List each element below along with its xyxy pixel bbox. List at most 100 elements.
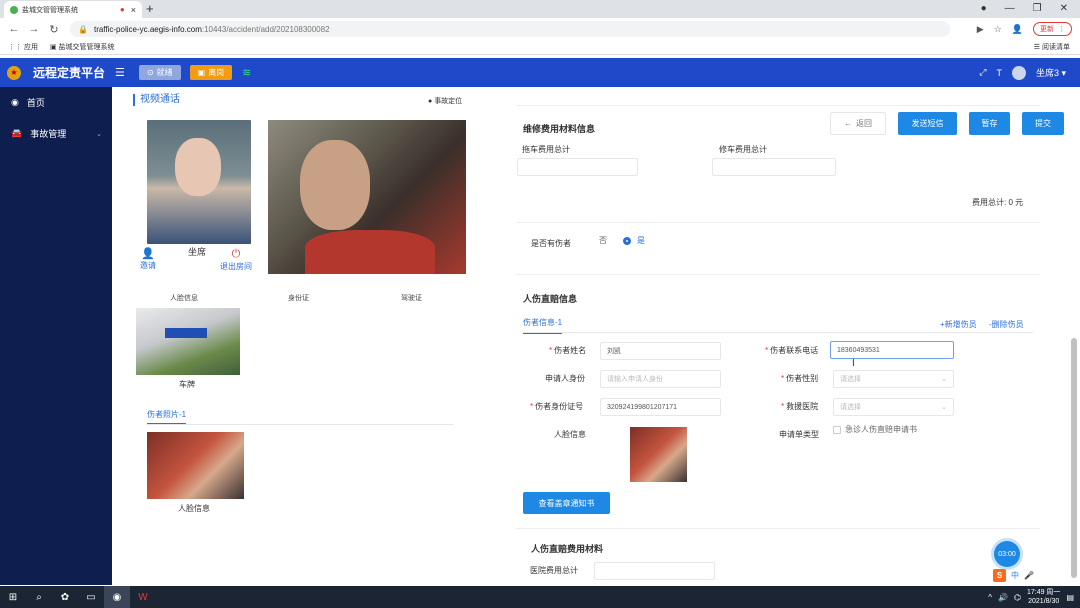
section-injury-fee-title: 人伤直赔费用材料: [531, 544, 604, 554]
account-icon[interactable]: 👤: [1012, 24, 1023, 35]
car-icon: 🚘: [11, 128, 23, 138]
arrow-left-icon: ←: [844, 119, 852, 128]
plate-photo[interactable]: [136, 308, 240, 375]
sidebar-item-accident[interactable]: 🚘 事故管理 ⌄: [0, 118, 112, 149]
tow-fee-field[interactable]: [517, 158, 638, 176]
scrollbar[interactable]: [1071, 338, 1077, 578]
phone-input[interactable]: 18360493531: [830, 341, 954, 359]
check-icon: ⊙: [146, 68, 154, 77]
hospital-fee-field[interactable]: [594, 562, 715, 580]
injured-face-photo[interactable]: [147, 432, 244, 499]
face-caption: 人脸信息: [178, 504, 210, 513]
ime-toolbar[interactable]: S 中 🎤: [993, 569, 1034, 582]
status-ready-button[interactable]: ⊙ 就绪: [138, 65, 181, 80]
leave-room-button[interactable]: ⏻ 退出房间: [220, 248, 252, 272]
menu-toggle-icon[interactable]: ☰: [115, 66, 125, 79]
tab-divider: [147, 424, 454, 425]
camera-icon[interactable]: ▶: [977, 24, 984, 35]
face-thumbnail[interactable]: [630, 427, 687, 482]
avatar[interactable]: [1011, 65, 1026, 80]
fullscreen-icon[interactable]: ⤢: [979, 67, 986, 78]
submit-button[interactable]: 提交: [1022, 112, 1064, 135]
tab-title: 盐城交管管理系统: [22, 6, 78, 14]
call-timer: 03:00: [994, 541, 1020, 567]
url-input[interactable]: 🔒 traffic-police-yc.aegis-info.com :1044…: [70, 21, 950, 37]
hospital-fee-label: 医院费用总计: [530, 566, 578, 575]
apply-type-option: 急诊人伤直赔申请书: [845, 425, 917, 434]
leave-label: 退出房间: [220, 262, 252, 271]
caption-face[interactable]: 人脸信息: [170, 293, 198, 303]
windows-start-icon[interactable]: ⊞: [0, 592, 26, 603]
forward-arrow-icon[interactable]: →: [28, 23, 40, 35]
status-busy-button[interactable]: ▣ 离岗: [189, 65, 233, 80]
radio-no[interactable]: 否: [599, 235, 607, 246]
back-button[interactable]: ← 返回: [830, 112, 886, 135]
user-menu[interactable]: 坐席3 ▾: [1036, 66, 1066, 79]
network-icon[interactable]: ⌬: [1014, 593, 1021, 602]
reload-icon[interactable]: ↻: [48, 23, 60, 36]
caption-license[interactable]: 驾驶证: [401, 293, 422, 303]
sidebar-item-home[interactable]: ◉ 首页: [0, 87, 112, 118]
tab-close-icon[interactable]: ×: [131, 5, 136, 15]
hospital-select[interactable]: 请选择: [833, 398, 954, 416]
phone-label-text: 伤者联系电话: [770, 346, 819, 355]
dashboard-icon: ◉: [11, 97, 19, 107]
task-view-icon[interactable]: ▭: [78, 592, 104, 603]
bookmarks-bar: ⋮⋮ 应用 ▣ 盐城交管管理系统 ☰ 阅读清单: [0, 40, 1080, 55]
wps-icon[interactable]: W: [130, 592, 156, 603]
caption-id-card[interactable]: 身份证: [288, 293, 309, 303]
delete-injured-button[interactable]: -删除伤员: [989, 319, 1024, 330]
applicant-id-input[interactable]: 请输入申请人身份: [600, 370, 721, 388]
restore-icon[interactable]: ❐: [1033, 0, 1042, 18]
tab-injured-photo[interactable]: 伤者照片-1: [147, 409, 187, 425]
checkbox-icon: [833, 425, 841, 434]
invite-label: 邀请: [140, 261, 156, 270]
total-fee: 费用总计: 0 元: [972, 198, 1024, 207]
gender-select[interactable]: 请选择: [833, 370, 954, 388]
ime-mode: 中: [1011, 571, 1019, 580]
search-icon[interactable]: ⌕: [26, 592, 52, 603]
name-input[interactable]: 刘凯: [600, 342, 721, 360]
license-plate: [165, 328, 207, 338]
system-clock[interactable]: 17:49 周一 2021/8/30: [1027, 588, 1060, 606]
location-pin-icon: ●: [428, 98, 433, 105]
view-notice-button[interactable]: 查看盖章通知书: [523, 492, 610, 514]
new-tab-button[interactable]: +: [146, 1, 154, 16]
font-size-icon[interactable]: T: [996, 68, 1002, 78]
radio-yes[interactable]: 是: [623, 235, 645, 246]
tray-chevron-icon[interactable]: ^: [988, 593, 992, 602]
bookmark-apps[interactable]: ⋮⋮ 应用: [8, 42, 38, 52]
update-button[interactable]: 更新 ⋮: [1033, 22, 1072, 36]
add-injured-button[interactable]: +新增伤员: [940, 319, 977, 330]
person-icon: 👤: [141, 248, 155, 260]
divider: [516, 222, 1040, 223]
recording-icon: ●: [119, 5, 125, 14]
close-window-icon[interactable]: ✕: [1060, 0, 1068, 18]
bookmark-site[interactable]: ▣ 盐城交管管理系统: [50, 42, 115, 52]
chrome-taskbar-icon[interactable]: ◉: [104, 586, 130, 608]
browser-tab[interactable]: 盐城交管管理系统 ● ×: [4, 1, 142, 18]
save-draft-button[interactable]: 暂存: [969, 112, 1010, 135]
sidebar-item-label: 事故管理: [30, 129, 67, 139]
star-icon[interactable]: ☆: [994, 24, 1002, 35]
name-label-text: 伤者姓名: [554, 346, 587, 355]
repair-fee-field[interactable]: [712, 158, 836, 176]
back-arrow-icon[interactable]: ←: [8, 23, 20, 35]
minimize-icon[interactable]: —: [1005, 0, 1015, 18]
send-sms-button[interactable]: 发送短信: [898, 112, 957, 135]
divider: [516, 274, 1040, 275]
app-icon[interactable]: ✿: [52, 592, 78, 603]
profile-circle-icon[interactable]: ●: [981, 0, 987, 18]
radio-yes-label: 是: [637, 236, 645, 245]
reading-list-button[interactable]: ☰ 阅读清单: [1034, 42, 1070, 52]
id-number-input[interactable]: 320924199801207171: [600, 398, 721, 416]
id-number-label-text: 伤者身份证号: [535, 402, 584, 411]
volume-icon[interactable]: 🔊: [998, 593, 1008, 602]
status-busy-label: 离岗: [208, 68, 225, 77]
apply-type-checkbox[interactable]: 急诊人伤直赔申请书: [833, 424, 917, 435]
tab-divider: [523, 332, 1033, 333]
locate-accident-link[interactable]: ● 事故定位: [428, 96, 462, 106]
notification-icon[interactable]: ▤: [1066, 593, 1074, 602]
clock-date: 2021/8/30: [1028, 598, 1060, 605]
invite-button[interactable]: 👤 邀请: [140, 247, 156, 271]
